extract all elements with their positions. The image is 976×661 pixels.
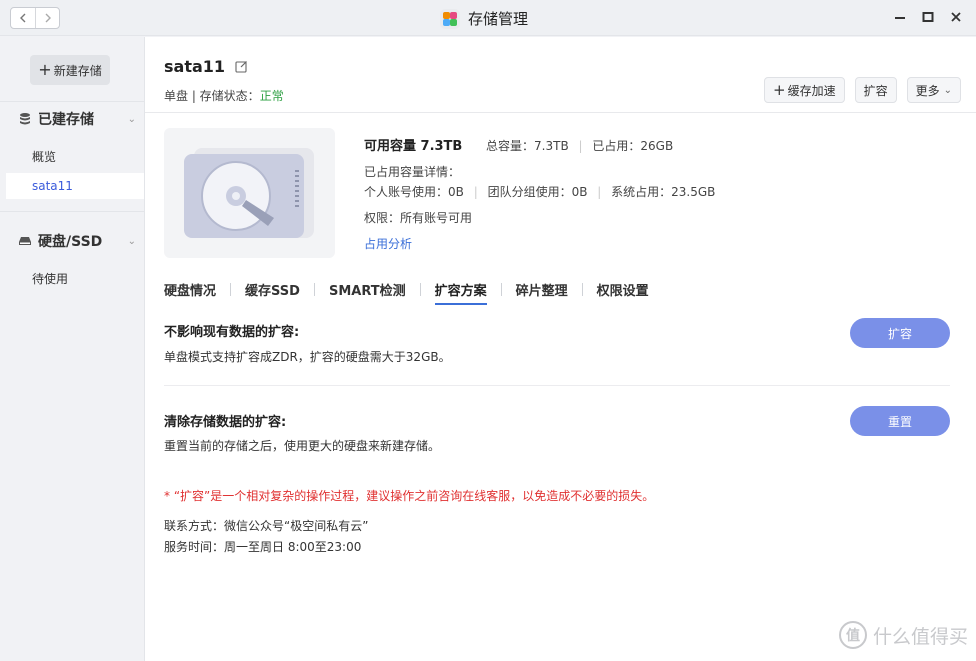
watermark-badge: 值	[838, 621, 867, 649]
tab-separator	[500, 283, 502, 296]
separator: |	[597, 185, 602, 199]
separator: |	[473, 185, 478, 199]
plus-icon: +	[38, 60, 52, 79]
back-button[interactable]	[11, 8, 35, 28]
team-usage: 团队分组使用：0B	[487, 185, 588, 199]
new-storage-button[interactable]: + 新建存储	[30, 55, 110, 85]
window-controls	[894, 10, 962, 24]
permission-text: 权限：所有账号可用	[364, 211, 473, 225]
window-title-text: 存储管理	[468, 10, 529, 28]
chevron-down-icon: ⌄	[127, 235, 136, 247]
minimize-button[interactable]	[894, 10, 906, 24]
app-icon	[440, 8, 460, 29]
chevron-down-icon: ⌄	[127, 113, 136, 125]
separator: |	[578, 139, 583, 153]
status-badge: 正常	[259, 89, 284, 103]
reset-button[interactable]: 重置	[850, 406, 950, 436]
total-capacity: 总容量：7.3TB	[486, 139, 569, 153]
volume-name: sata11	[164, 57, 226, 76]
title-bar: 存储管理	[0, 0, 976, 36]
page-title: sata11	[164, 57, 248, 76]
maximize-button[interactable]	[922, 10, 934, 24]
window-title: 存储管理	[440, 8, 528, 29]
sidebar-item-label: 待使用	[32, 271, 69, 286]
chevron-right-icon	[45, 13, 51, 23]
plus-icon: +	[772, 80, 786, 99]
more-label: 更多	[915, 83, 940, 98]
separator: |	[472, 139, 476, 153]
sidebar-section-disks[interactable]: 硬盘/SSD ⌄	[18, 231, 140, 251]
minimize-icon	[895, 17, 905, 19]
forward-button[interactable]	[35, 8, 59, 28]
warning-text: * “扩容”是一个相对复杂的操作过程，建议操作之前咨询在线客服，以免造成不必要的…	[164, 489, 655, 503]
expand-label: 扩容	[863, 83, 888, 98]
expand-option-title: 不影响现有数据的扩容:	[164, 325, 300, 340]
contact-method: 联系方式：微信公众号“极空间私有云”	[164, 519, 369, 533]
toolbar: + 缓存加速 扩容 更多 ⌄	[763, 77, 961, 103]
tab-disk-status[interactable]: 硬盘情况	[164, 280, 216, 305]
sidebar-item-label: 概览	[32, 149, 57, 164]
sidebar: + 新建存储 已建存储 ⌄ 概览 sata11 硬盘/SSD ⌄ 待使用	[0, 37, 145, 661]
nav-buttons	[10, 7, 60, 29]
sidebar-divider	[0, 211, 145, 212]
tab-separator	[581, 283, 583, 296]
maximize-icon	[922, 12, 934, 22]
sidebar-item-label: sata11	[32, 179, 73, 193]
sidebar-section-label: 已建存储	[38, 112, 94, 128]
watermark: 值 什么值得买	[838, 621, 968, 649]
chevron-left-icon	[20, 13, 26, 23]
header-divider	[145, 112, 976, 113]
tab-smart[interactable]: SMART检测	[329, 280, 406, 305]
available-capacity: 可用容量 7.3TB	[364, 139, 463, 154]
harddisk-icon	[19, 237, 31, 245]
expand-button[interactable]: 扩容	[850, 318, 950, 348]
expand-option-desc: 单盘模式支持扩容成ZDR，扩容的硬盘需大于32GB。	[164, 350, 451, 364]
volume-status: 单盘 | 存储状态：正常	[164, 87, 284, 104]
service-hours: 服务时间：周一至周日 8:00至23:00	[164, 540, 362, 554]
sidebar-item-sata11[interactable]: sata11	[6, 173, 144, 199]
tab-defrag[interactable]: 碎片整理	[516, 280, 568, 305]
tab-expansion-plan[interactable]: 扩容方案	[434, 280, 487, 305]
main-panel: sata11 单盘 | 存储状态：正常 + 缓存加速 扩容 更多 ⌄ 可用容量 …	[145, 37, 976, 661]
tab-bar: 硬盘情况 缓存SSD SMART检测 扩容方案 碎片整理 权限设置	[164, 280, 649, 305]
cache-accel-label: 缓存加速	[787, 83, 836, 98]
reset-option-title: 清除存储数据的扩容:	[164, 415, 287, 430]
more-button[interactable]: 更多 ⌄	[906, 77, 961, 103]
close-button[interactable]	[950, 10, 962, 24]
close-icon	[951, 12, 961, 22]
database-icon	[20, 113, 30, 125]
sidebar-item-overview[interactable]: 概览	[6, 143, 144, 169]
tab-separator	[313, 283, 315, 296]
used-capacity: 已占用：26GB	[592, 139, 674, 153]
edit-icon[interactable]	[235, 60, 248, 73]
tab-cache-ssd[interactable]: 缓存SSD	[245, 280, 300, 305]
harddisk-illustration-icon	[184, 148, 314, 238]
tab-separator	[419, 283, 421, 296]
new-storage-label: 新建存储	[53, 63, 102, 78]
expand-toolbar-button[interactable]: 扩容	[854, 77, 897, 103]
usage-analysis-link[interactable]: 占用分析	[364, 237, 412, 251]
personal-usage: 个人账号使用：0B	[364, 185, 464, 199]
disk-image	[164, 128, 335, 258]
reset-option-desc: 重置当前的存储之后，使用更大的硬盘来新建存储。	[164, 439, 441, 453]
chevron-down-icon: ⌄	[943, 84, 952, 96]
sidebar-section-storage[interactable]: 已建存储 ⌄	[18, 109, 140, 129]
watermark-text: 什么值得买	[872, 625, 968, 648]
status-prefix: 单盘 | 存储状态：	[164, 89, 260, 103]
sidebar-divider	[0, 101, 145, 102]
cache-accel-button[interactable]: + 缓存加速	[763, 77, 845, 103]
tab-permissions[interactable]: 权限设置	[597, 280, 649, 305]
sidebar-section-label: 硬盘/SSD	[38, 234, 103, 250]
tab-separator	[230, 283, 232, 296]
section-divider	[164, 385, 950, 386]
used-detail-label: 已占用容量详情：	[364, 165, 461, 179]
sidebar-item-unused[interactable]: 待使用	[6, 265, 144, 291]
system-usage: 系统占用：23.5GB	[611, 185, 716, 199]
